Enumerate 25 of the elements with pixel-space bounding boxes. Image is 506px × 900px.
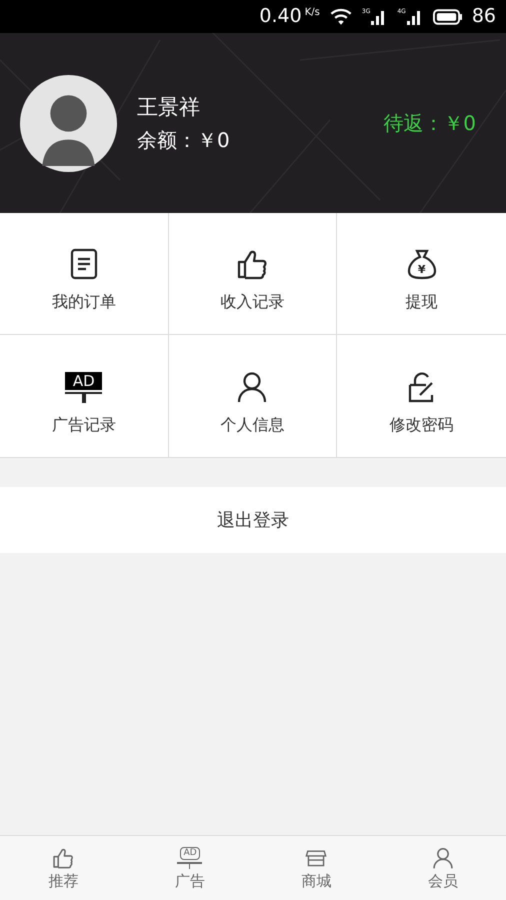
money-bag-icon: ¥: [406, 248, 438, 280]
signal-icon: [406, 8, 423, 24]
network-speed: 0.40: [259, 7, 302, 26]
person-icon: [432, 847, 454, 869]
thumbs-up-icon: [236, 248, 268, 280]
battery-level: 86: [472, 7, 496, 26]
battery-icon: [432, 8, 462, 24]
thumbs-up-icon: [52, 847, 74, 869]
speed-unit: K/s: [304, 8, 320, 18]
menu-item[interactable]: 收入记录: [168, 213, 338, 335]
pending-return: 待返：￥0: [383, 110, 477, 137]
balance: 余额：￥0: [137, 127, 230, 154]
person-icon: [236, 371, 268, 403]
tab[interactable]: 推荐: [0, 836, 126, 900]
user-name: 王景祥: [137, 94, 201, 121]
menu-item[interactable]: 个人信息: [168, 335, 338, 457]
menu-item[interactable]: 修改密码: [337, 335, 506, 457]
menu-item[interactable]: ¥ 提现: [337, 213, 506, 335]
tab[interactable]: 商城: [253, 836, 380, 900]
wifi-icon: [330, 8, 352, 25]
menu-item[interactable]: AD 广告记录: [0, 335, 169, 457]
menu-item[interactable]: 我的订单: [0, 213, 169, 335]
logout-button[interactable]: 退出登录: [0, 487, 506, 553]
tab[interactable]: AD 广告: [126, 836, 253, 900]
tab[interactable]: 会员: [380, 836, 506, 900]
